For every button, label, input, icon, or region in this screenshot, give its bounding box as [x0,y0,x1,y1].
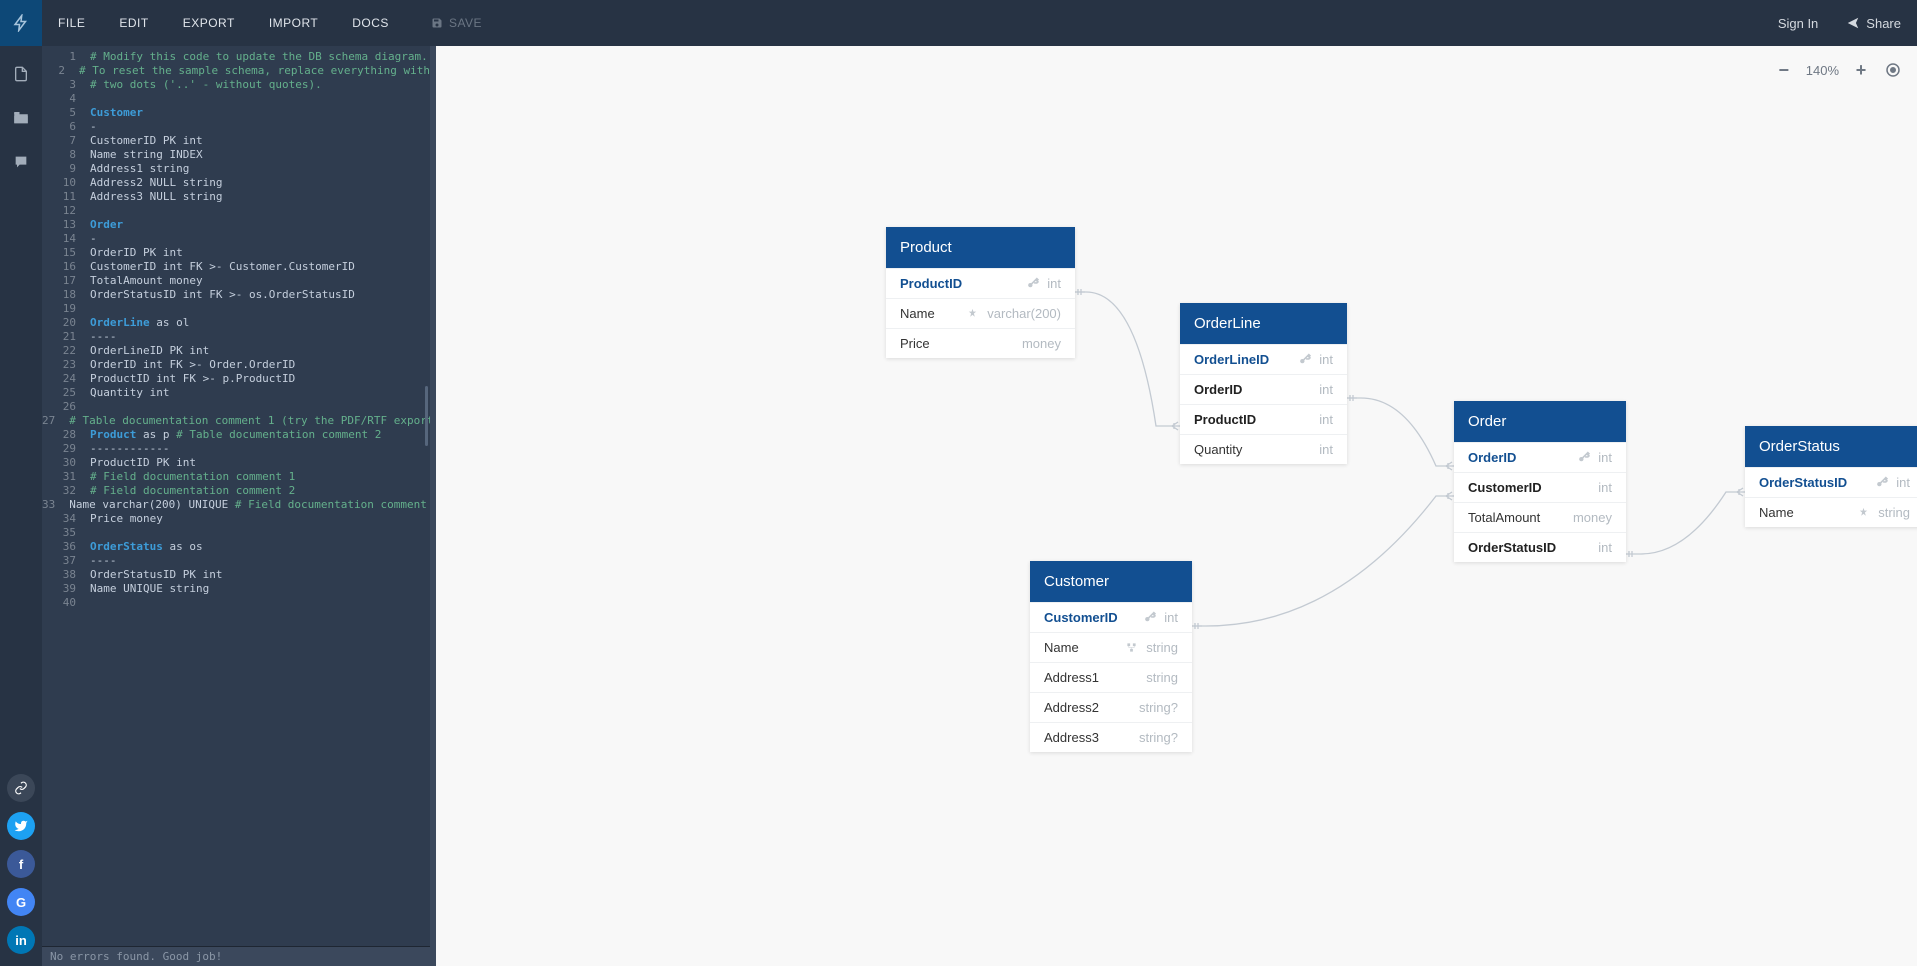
menu-docs[interactable]: DOCS [352,16,389,30]
table-customer[interactable]: CustomerCustomerIDintNamestringAddress1s… [1030,561,1192,752]
zoom-controls: − 140% + [1774,60,1903,80]
table-column[interactable]: Namevarchar(200) [886,298,1075,328]
table-header[interactable]: OrderStatus [1745,426,1917,467]
signin-link[interactable]: Sign In [1778,16,1818,31]
table-column[interactable]: OrderLineIDint [1180,344,1347,374]
diagram-canvas[interactable]: ProductProductIDintNamevarchar(200)Price… [436,46,1917,966]
left-rail: f G in [0,0,42,966]
link-icon[interactable] [7,774,35,802]
table-column[interactable]: CustomerIDint [1030,602,1192,632]
comment-icon[interactable] [11,152,31,172]
menu-file[interactable]: FILE [58,16,85,30]
scrollbar[interactable] [425,386,428,446]
table-column[interactable]: ProductIDint [1180,404,1347,434]
table-header[interactable]: OrderLine [1180,303,1347,344]
zoom-level: 140% [1806,63,1839,78]
table-column[interactable]: Quantityint [1180,434,1347,464]
share-icon [1846,16,1860,30]
table-column[interactable]: ProductIDint [886,268,1075,298]
zoom-in-button[interactable]: + [1851,60,1871,80]
file-icon[interactable] [11,64,31,84]
top-menubar: FILE EDIT EXPORT IMPORT DOCS SAVE Sign I… [42,0,1917,46]
menu-export[interactable]: EXPORT [183,16,235,30]
table-orderstatus[interactable]: OrderStatusOrderStatusIDintNamestring [1745,426,1917,527]
table-product[interactable]: ProductProductIDintNamevarchar(200)Price… [886,227,1075,358]
table-column[interactable]: OrderStatusIDint [1745,467,1917,497]
table-header[interactable]: Order [1454,401,1626,442]
google-icon[interactable]: G [7,888,35,916]
table-column[interactable]: TotalAmountmoney [1454,502,1626,532]
folder-icon[interactable] [11,108,31,128]
facebook-icon[interactable]: f [7,850,35,878]
zoom-reset-button[interactable] [1883,60,1903,80]
table-column[interactable]: OrderIDint [1454,442,1626,472]
table-header[interactable]: Product [886,227,1075,268]
app-logo[interactable] [0,0,42,46]
zoom-out-button[interactable]: − [1774,60,1794,80]
table-column[interactable]: CustomerIDint [1454,472,1626,502]
table-column[interactable]: Address2string? [1030,692,1192,722]
menu-import[interactable]: IMPORT [269,16,318,30]
table-column[interactable]: Pricemoney [886,328,1075,358]
table-order[interactable]: OrderOrderIDintCustomerIDintTotalAmountm… [1454,401,1626,562]
menu-edit[interactable]: EDIT [119,16,148,30]
menu-save: SAVE [431,16,482,30]
table-column[interactable]: OrderStatusIDint [1454,532,1626,562]
linkedin-icon[interactable]: in [7,926,35,954]
table-column[interactable]: Namestring [1745,497,1917,527]
table-orderline[interactable]: OrderLineOrderLineIDintOrderIDintProduct… [1180,303,1347,464]
code-editor-pane: 1# Modify this code to update the DB sch… [42,46,430,966]
table-column[interactable]: Namestring [1030,632,1192,662]
table-column[interactable]: Address3string? [1030,722,1192,752]
table-header[interactable]: Customer [1030,561,1192,602]
table-column[interactable]: OrderIDint [1180,374,1347,404]
status-bar: No errors found. Good job! [42,946,430,966]
save-icon [431,17,443,29]
twitter-icon[interactable] [7,812,35,840]
share-button[interactable]: Share [1846,16,1901,31]
code-editor[interactable]: 1# Modify this code to update the DB sch… [42,46,430,946]
table-column[interactable]: Address1string [1030,662,1192,692]
